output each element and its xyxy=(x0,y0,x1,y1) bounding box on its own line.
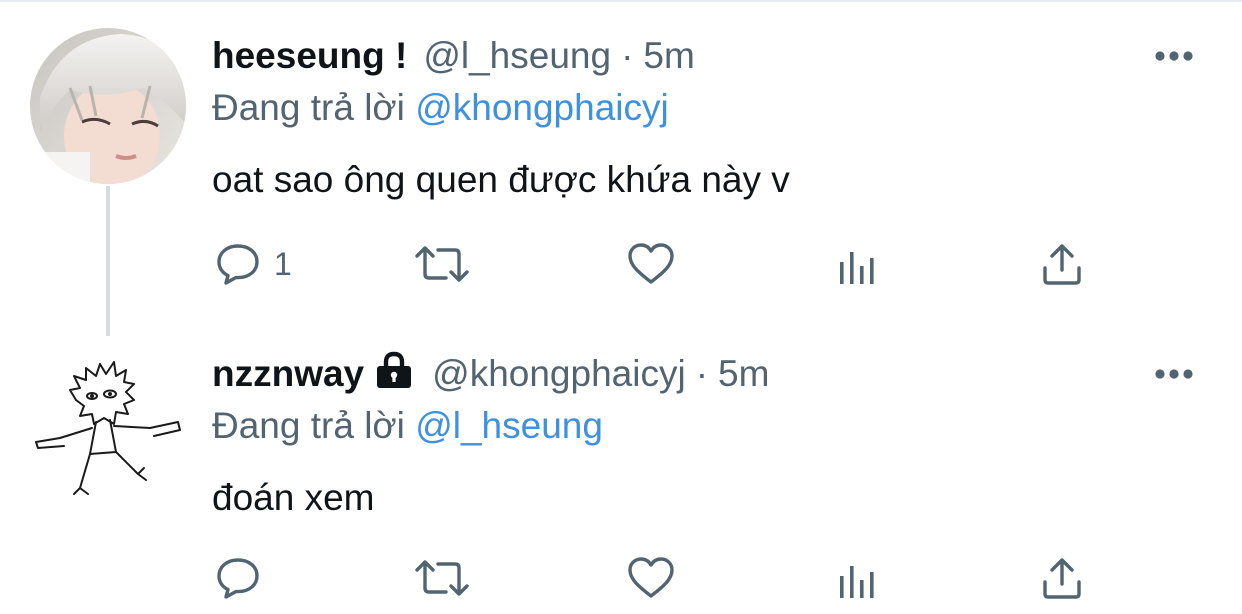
replying-to: Đang trả lời @khongphaicyj xyxy=(212,82,1202,134)
tweet-header: nzznway @khongphaicyj · 5m xyxy=(212,348,1202,400)
retweet-icon xyxy=(415,246,469,282)
separator-dot: · xyxy=(621,35,634,76)
analytics-icon xyxy=(840,252,874,284)
tweet-text: oat sao ông quen được khứa này v xyxy=(212,159,790,200)
display-name[interactable]: heeseung ! xyxy=(212,35,407,77)
tweet-actions: 1 xyxy=(212,236,1112,292)
separator-dot: · xyxy=(695,353,709,394)
timestamp[interactable]: 5m xyxy=(643,35,694,77)
reply-button[interactable] xyxy=(214,550,274,606)
tweet-header: heeseung ! @l_hseung · 5m xyxy=(212,30,1202,82)
replying-to-mention[interactable]: @khongphaicyj xyxy=(415,87,669,128)
analytics-icon xyxy=(840,566,874,598)
retweet-button[interactable] xyxy=(412,236,472,292)
user-handle[interactable]: @khongphaicyj xyxy=(432,353,686,395)
heart-icon xyxy=(628,557,674,598)
replying-to-label: Đang trả lời xyxy=(212,405,405,446)
like-button[interactable] xyxy=(626,236,676,292)
retweet-button[interactable] xyxy=(412,550,472,606)
replying-to-mention[interactable]: @l_hseung xyxy=(415,405,603,446)
share-icon xyxy=(1043,558,1081,599)
replying-to-label: Đang trả lời xyxy=(212,87,405,128)
tweet-content: nzznway @khongphaicyj · 5m Đang trả lời xyxy=(212,348,1202,524)
analytics-button[interactable] xyxy=(836,550,880,606)
timestamp[interactable]: 5m xyxy=(718,353,769,395)
more-options-button[interactable] xyxy=(1150,30,1198,82)
lock-icon xyxy=(374,351,414,398)
comment-icon xyxy=(217,244,259,285)
user-handle[interactable]: @l_hseung xyxy=(423,35,611,77)
more-options-button[interactable] xyxy=(1150,348,1198,400)
tweet-2[interactable]: nzznway @khongphaicyj · 5m Đang trả lời xyxy=(0,320,1242,614)
tweet-1[interactable]: heeseung ! @l_hseung · 5m Đang trả lời @… xyxy=(0,0,1242,336)
reply-button[interactable]: 1 xyxy=(214,236,292,292)
comment-icon xyxy=(217,558,259,599)
more-horizontal-icon xyxy=(1155,51,1193,61)
avatar[interactable] xyxy=(30,28,186,184)
share-button[interactable] xyxy=(1040,236,1084,292)
replying-to: Đang trả lời @l_hseung xyxy=(212,400,1202,452)
heart-icon xyxy=(628,243,674,284)
reply-count: 1 xyxy=(274,245,292,282)
avatar-drawing xyxy=(35,361,181,495)
more-horizontal-icon xyxy=(1155,369,1193,379)
analytics-button[interactable] xyxy=(836,236,880,292)
share-icon xyxy=(1043,244,1081,285)
avatar-photo xyxy=(30,28,186,184)
tweet-content: heeseung ! @l_hseung · 5m Đang trả lời @… xyxy=(212,30,1202,206)
retweet-icon xyxy=(415,560,469,596)
tweet-actions xyxy=(212,550,1112,606)
display-name[interactable]: nzznway xyxy=(212,353,364,395)
tweet-text: đoán xem xyxy=(212,477,375,518)
like-button[interactable] xyxy=(626,550,676,606)
avatar[interactable] xyxy=(30,340,186,496)
thread-line xyxy=(106,186,110,336)
share-button[interactable] xyxy=(1040,550,1084,606)
